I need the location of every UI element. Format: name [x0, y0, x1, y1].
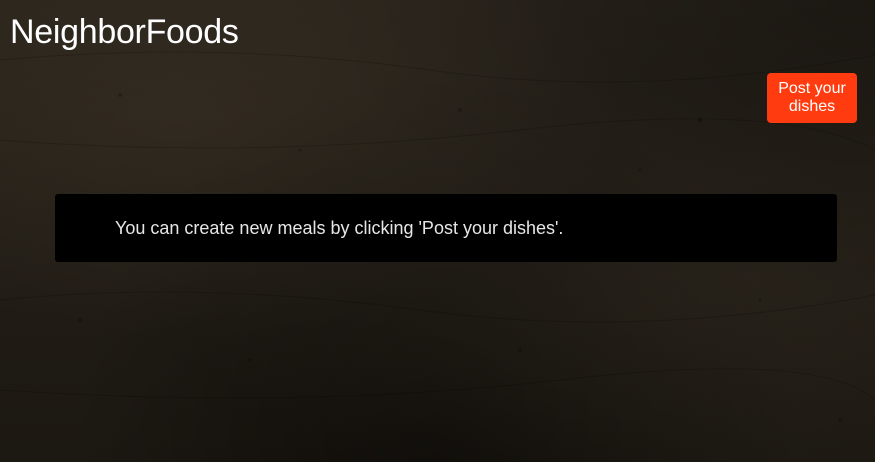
info-panel: You can create new meals by clicking 'Po… [55, 194, 837, 262]
brand-title[interactable]: NeighborFoods [10, 10, 239, 54]
post-your-dishes-button[interactable]: Post your dishes [767, 73, 857, 123]
info-message: You can create new meals by clicking 'Po… [115, 218, 564, 238]
